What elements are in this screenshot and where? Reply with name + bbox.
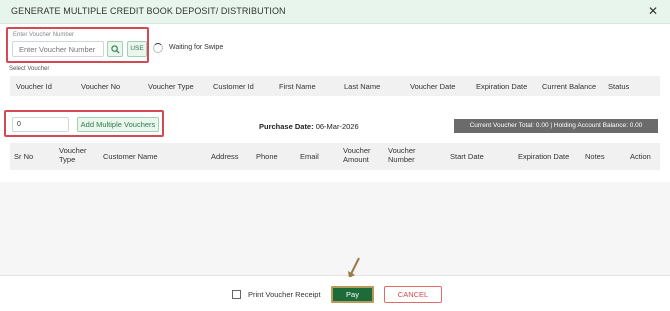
col-email: Email <box>300 152 319 161</box>
col-action: Action <box>630 152 651 161</box>
purchase-date: Purchase Date: 06-Mar-2026 <box>259 122 359 131</box>
col-start-date: Start Date <box>450 152 484 161</box>
col-voucher-no: Voucher No <box>81 82 121 91</box>
multiple-vouchers-row: Add Multiple Vouchers Purchase Date: 06-… <box>0 108 670 140</box>
totals-badge: Current Voucher Total: 0.00 | Holding Ac… <box>454 119 658 133</box>
col-address: Address <box>211 152 239 161</box>
col-voucher-date: Voucher Date <box>410 82 456 91</box>
col-phone: Phone <box>256 152 278 161</box>
pay-button-highlight: Pay <box>331 286 374 303</box>
search-icon <box>111 45 120 54</box>
col-last-name: Last Name <box>344 82 381 91</box>
purchase-date-value: 06-Mar-2026 <box>315 122 359 131</box>
purchase-date-label: Purchase Date: <box>259 122 314 131</box>
modal-footer: Print Voucher Receipt Pay CANCEL <box>0 277 670 311</box>
multiple-vouchers-group: Add Multiple Vouchers <box>4 110 164 137</box>
add-multiple-vouchers-button[interactable]: Add Multiple Vouchers <box>77 117 159 132</box>
col-current-balance: Current Balance <box>542 82 597 91</box>
print-receipt-checkbox[interactable] <box>232 290 241 299</box>
col-expiration-date: Expiration Date <box>476 82 528 91</box>
voucher-field-label: Enter Voucher Number <box>13 32 75 38</box>
modal-body-spacer <box>0 182 670 276</box>
search-button[interactable] <box>107 41 123 57</box>
col-expiration-date: Expiration Date <box>518 152 570 161</box>
distribution-table-header: Sr No Voucher Type Customer Name Address… <box>10 143 660 170</box>
col-voucher-type: Voucher Type <box>148 82 194 91</box>
cancel-button[interactable]: CANCEL <box>384 286 442 303</box>
print-receipt-label: Print Voucher Receipt <box>248 290 321 299</box>
voucher-number-input[interactable] <box>12 41 104 57</box>
col-customer-id: Customer Id <box>213 82 254 91</box>
col-voucher-amount: Voucher Amount <box>343 146 371 164</box>
select-voucher-label: Select Voucher <box>9 66 50 72</box>
col-first-name: First Name <box>279 82 316 91</box>
col-voucher-type: Voucher Type <box>59 146 87 164</box>
col-sr-no: Sr No <box>14 152 34 161</box>
voucher-entry-group: Enter Voucher Number USE <box>6 27 149 63</box>
pay-button[interactable]: Pay <box>333 288 372 301</box>
modal-title: GENERATE MULTIPLE CREDIT BOOK DEPOSIT/ D… <box>11 6 286 16</box>
swipe-status-text: Waiting for Swipe <box>169 44 224 51</box>
use-button[interactable]: USE <box>127 41 147 57</box>
modal-header: GENERATE MULTIPLE CREDIT BOOK DEPOSIT/ D… <box>0 0 670 24</box>
distribution-table-body <box>10 170 660 182</box>
col-status: Status <box>608 82 630 91</box>
col-voucher-id: Voucher Id <box>16 82 52 91</box>
close-icon[interactable]: ✕ <box>648 4 658 18</box>
col-notes: Notes <box>585 152 605 161</box>
spinner-icon <box>153 43 163 53</box>
col-voucher-number: Voucher Number <box>388 146 416 164</box>
voucher-quantity-input[interactable] <box>12 117 69 132</box>
col-customer-name: Customer Name <box>103 152 158 161</box>
voucher-table-header: Voucher Id Voucher No Voucher Type Custo… <box>10 76 660 96</box>
pointer-arrow-icon <box>348 257 360 278</box>
